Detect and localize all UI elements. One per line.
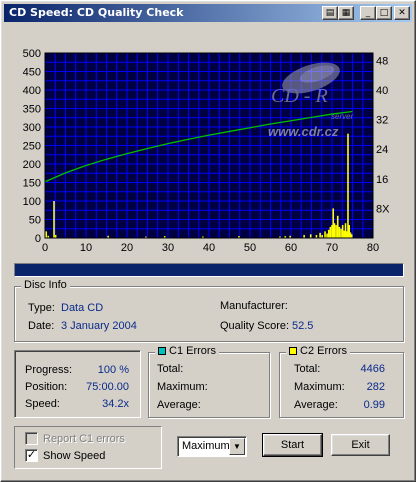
y2-tick-label: 32X (376, 115, 389, 127)
status-panel: Progress: 100 % Position: 75:00.00 Speed… (14, 350, 141, 418)
c2-average-value: 0.99 (363, 399, 385, 411)
c2-error-bar (329, 226, 332, 238)
title-bar[interactable]: CD Speed: CD Quality Check ▤ ▦ _ □ ✕ (4, 4, 412, 22)
c2-error-bar (350, 234, 353, 238)
c1-errors-group: C1 Errors Total: Maximum: Average: (148, 345, 270, 418)
c2-error-bar (319, 232, 321, 238)
c1-color-swatch (158, 347, 166, 355)
minimize-icon[interactable]: _ (360, 6, 376, 20)
y2-tick-label: 40X (376, 85, 389, 97)
c2-error-bar (309, 234, 312, 238)
y-axis-labels: 0 50 100 150 200 250 300 350 400 450 500 (23, 48, 41, 245)
x-tick-label: 70 (326, 242, 338, 254)
quality-score-label: Quality Score: (220, 320, 290, 332)
y2-tick-label: 8X (376, 203, 389, 215)
c2-color-swatch (289, 347, 297, 355)
x-axis-labels: 0 10 20 30 40 50 60 70 80 (42, 242, 379, 254)
x-tick-label: 80 (367, 242, 379, 254)
quality-score-value: 52.5 (292, 320, 314, 332)
c2-errors-title: C2 Errors (286, 345, 351, 357)
exit-button[interactable]: Exit (331, 434, 390, 456)
report-c1-label: Report C1 errors (43, 433, 125, 445)
y-tick-label: 0 (35, 233, 41, 245)
window-title: CD Speed: CD Quality Check (9, 6, 184, 19)
date-label: Date: (28, 320, 55, 332)
c2-error-bar (45, 231, 48, 238)
options-panel: Report C1 errors ✓ Show Speed (14, 426, 162, 469)
close-icon[interactable]: ✕ (394, 6, 410, 20)
y-tick-label: 450 (23, 67, 41, 79)
book-icon[interactable]: ▤ (322, 6, 338, 20)
c2-error-bar (340, 228, 342, 238)
disc-info-group: Disc Info Type: Data CD Date: 3 January … (14, 279, 404, 342)
scan-progress-fill (15, 264, 403, 276)
date-value: 3 January 2004 (61, 320, 137, 332)
disc-info-title: Disc Info (21, 279, 70, 291)
c1-average-label: Average: (157, 399, 201, 411)
y2-axis-labels: 8X 16X 24X 32X 40X 48X (376, 55, 389, 215)
progress-value: 100 % (97, 364, 129, 376)
c2-error-bar (327, 229, 330, 238)
x-tick-label: 30 (162, 242, 174, 254)
c1-errors-title: C1 Errors (155, 345, 220, 357)
c2-error-bar (324, 231, 326, 238)
manufacturer-label: Manufacturer: (220, 300, 288, 312)
y-tick-label: 250 (23, 141, 41, 153)
speed-mode-select[interactable]: Maximum ▼ (177, 436, 247, 457)
show-speed-checkbox[interactable]: ✓ (25, 449, 38, 462)
c2-total-value: 4466 (360, 363, 385, 375)
c2-maximum-label: Maximum: (294, 381, 345, 393)
maximize-icon[interactable]: □ (376, 6, 392, 20)
type-value: Data CD (61, 302, 104, 314)
c2-error-bar (333, 223, 336, 238)
c2-errors-group: C2 Errors Total: 4466 Maximum: 282 Avera… (279, 345, 404, 418)
y-tick-label: 50 (29, 215, 41, 227)
x-tick-label: 0 (42, 242, 48, 254)
c2-average-label: Average: (294, 399, 338, 411)
y-tick-label: 300 (23, 122, 41, 134)
scan-progress-bar (14, 263, 404, 277)
y2-tick-label: 48X (376, 55, 389, 67)
y-tick-label: 100 (23, 196, 41, 208)
type-label: Type: (28, 302, 55, 314)
y-tick-label: 200 (23, 159, 41, 171)
speed-value: 34.2x (102, 398, 129, 410)
quality-chart: CD - R server www.cdr.cz 050100150200250… (23, 48, 389, 254)
start-button[interactable]: Start (262, 433, 323, 457)
speed-mode-value: Maximum (182, 440, 230, 452)
watermark-url: www.cdr.cz (268, 124, 339, 139)
speed-label: Speed: (25, 398, 60, 410)
chevron-down-icon[interactable]: ▼ (229, 438, 245, 455)
x-tick-label: 60 (285, 242, 297, 254)
report-c1-checkbox[interactable] (25, 432, 38, 445)
c1-maximum-label: Maximum: (157, 381, 208, 393)
y-tick-label: 350 (23, 104, 41, 116)
position-value: 75:00.00 (86, 381, 129, 393)
show-speed-label: Show Speed (43, 450, 106, 462)
x-tick-label: 40 (203, 242, 215, 254)
position-label: Position: (25, 381, 68, 393)
watermark-title: CD - R (271, 85, 328, 107)
c2-total-label: Total: (294, 363, 321, 375)
x-tick-label: 10 (80, 242, 92, 254)
y2-tick-label: 16X (376, 174, 389, 186)
c1-total-label: Total: (157, 363, 184, 375)
c2-maximum-value: 282 (366, 381, 385, 393)
c2-error-bar (341, 225, 344, 238)
x-tick-label: 50 (244, 242, 256, 254)
cd-speed-window: CD Speed: CD Quality Check ▤ ▦ _ □ ✕ CD … (0, 0, 416, 482)
c2-error-bar (336, 215, 339, 238)
save-icon[interactable]: ▦ (338, 6, 354, 20)
progress-label: Progress: (25, 364, 73, 376)
x-tick-label: 20 (121, 242, 133, 254)
y-tick-label: 150 (23, 178, 41, 190)
c2-error-bar (326, 233, 328, 238)
c2-error-bar (338, 226, 341, 238)
y-tick-label: 400 (23, 85, 41, 97)
y2-tick-label: 24X (376, 144, 389, 156)
y-tick-label: 500 (23, 48, 41, 60)
c2-error-bar (53, 201, 55, 238)
c2-error-bar (335, 225, 337, 238)
c2-error-bar (347, 133, 349, 238)
